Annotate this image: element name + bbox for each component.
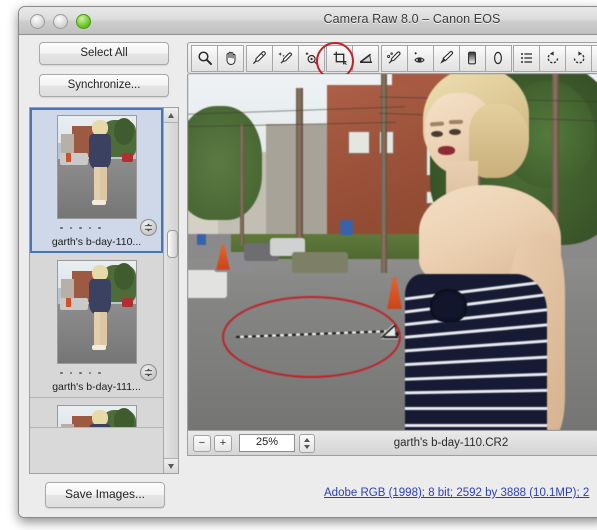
filmstrip-scrollbar[interactable] bbox=[163, 108, 178, 473]
preview-photo bbox=[188, 74, 597, 430]
straighten-line-highlight-annotation bbox=[222, 296, 401, 378]
thumbnail-list[interactable]: garth's b-day-110... garth's b-day-111..… bbox=[29, 107, 179, 474]
crop-tool[interactable] bbox=[326, 44, 353, 72]
photo-subject bbox=[400, 74, 597, 430]
zoom-stepper[interactable] bbox=[299, 433, 315, 453]
scrollbar-thumb[interactable] bbox=[167, 230, 178, 258]
thumbnail-item[interactable]: garth's b-day-110... bbox=[30, 108, 163, 253]
thumbnail-label: garth's b-day-111... bbox=[52, 381, 141, 393]
main-pane: − + 25% garth's b-day-110.CR2 bbox=[187, 42, 597, 474]
camera-raw-window: Camera Raw 8.0 – Canon EOS Select All Sy… bbox=[18, 6, 597, 518]
graduated-filter-tool[interactable] bbox=[458, 44, 486, 72]
zoom-in-button[interactable]: + bbox=[214, 434, 232, 452]
rating-dots[interactable] bbox=[60, 224, 130, 232]
radial-filter-tool[interactable] bbox=[484, 44, 512, 72]
image-preview[interactable] bbox=[187, 74, 597, 431]
window-body: Select All Synchronize... garth's b-day-… bbox=[19, 35, 597, 517]
crop-badge-icon bbox=[140, 219, 157, 236]
thumbnail-image bbox=[57, 260, 137, 364]
tool-group-navigate bbox=[191, 44, 244, 72]
spot-removal-tool[interactable] bbox=[380, 44, 408, 72]
red-eye-removal-tool[interactable] bbox=[406, 44, 434, 72]
zoom-out-button[interactable]: − bbox=[193, 434, 211, 452]
rotate-right-tool[interactable] bbox=[565, 44, 592, 72]
thumbnail-item[interactable] bbox=[30, 398, 163, 428]
targeted-adjustment-tool[interactable] bbox=[297, 44, 325, 72]
rating-dots[interactable] bbox=[60, 369, 130, 377]
select-all-button[interactable]: Select All bbox=[39, 42, 169, 65]
preferences-tool[interactable] bbox=[513, 44, 540, 72]
tool-group-color bbox=[245, 44, 325, 72]
thumbnail-item[interactable]: garth's b-day-111... bbox=[30, 253, 163, 398]
rotate-left-tool[interactable] bbox=[539, 44, 566, 72]
screenshot-root: Camera Raw 8.0 – Canon EOS Select All Sy… bbox=[0, 0, 597, 530]
tool-group-geometry bbox=[326, 44, 379, 72]
scroll-up-arrow[interactable] bbox=[164, 108, 178, 123]
zoom-tool[interactable] bbox=[191, 44, 218, 72]
window-footer: Save Images... Adobe RGB (1998); 8 bit; … bbox=[19, 474, 597, 517]
current-filename: garth's b-day-110.CR2 bbox=[393, 437, 509, 449]
zoom-level-field[interactable]: 25% bbox=[239, 434, 295, 452]
straighten-tool[interactable] bbox=[352, 44, 379, 72]
tool-group-retouch bbox=[380, 44, 512, 72]
thumbnail-label: garth's b-day-110... bbox=[51, 236, 142, 248]
delete-tool[interactable] bbox=[591, 44, 597, 72]
adjustment-brush-tool[interactable] bbox=[432, 44, 460, 72]
thumbnail-image bbox=[57, 405, 137, 427]
thumbnail-image bbox=[57, 115, 137, 219]
scroll-down-arrow[interactable] bbox=[164, 458, 178, 473]
window-title: Camera Raw 8.0 – Canon EOS bbox=[323, 12, 501, 26]
tool-palette bbox=[187, 42, 597, 80]
white-balance-tool[interactable] bbox=[245, 44, 273, 72]
preview-status-bar: − + 25% garth's b-day-110.CR2 bbox=[187, 431, 597, 456]
crop-badge-icon bbox=[140, 364, 157, 381]
synchronize-button[interactable]: Synchronize... bbox=[39, 74, 169, 97]
save-images-button[interactable]: Save Images... bbox=[45, 482, 165, 508]
hand-tool[interactable] bbox=[217, 44, 244, 72]
workflow-options-link[interactable]: Adobe RGB (1998); 8 bit; 2592 by 3888 (1… bbox=[324, 487, 597, 499]
window-title-bar[interactable]: Camera Raw 8.0 – Canon EOS bbox=[19, 7, 597, 35]
tool-group-misc bbox=[513, 44, 597, 72]
color-sampler-tool[interactable] bbox=[271, 44, 299, 72]
filmstrip-panel: Select All Synchronize... garth's b-day-… bbox=[29, 42, 179, 474]
